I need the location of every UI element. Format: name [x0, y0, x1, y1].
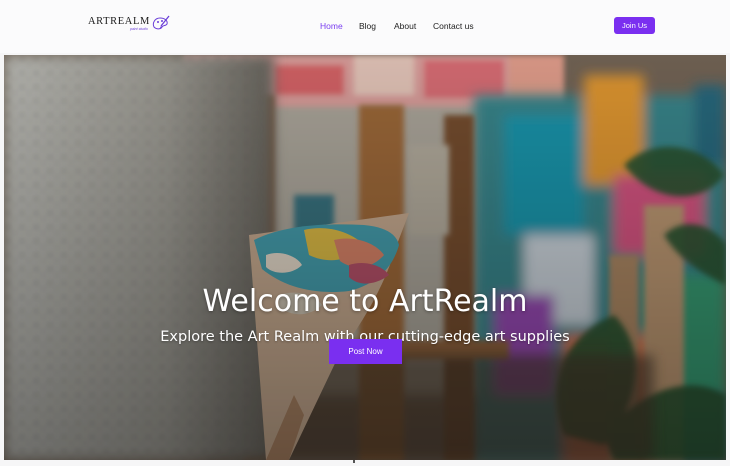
post-now-button[interactable]: Post Now — [329, 339, 402, 364]
logo-tagline: paint studio — [130, 27, 148, 31]
brand-logo[interactable]: ARTREALM paint studio — [88, 15, 171, 36]
hero-section: Welcome to ArtRealm Explore the Art Real… — [4, 55, 726, 460]
hero-title: Welcome to ArtRealm — [202, 284, 528, 320]
nav-home-link[interactable]: Home — [320, 20, 343, 32]
palette-brush-icon — [152, 15, 170, 30]
logo-wordmark: ARTREALM paint studio — [88, 16, 150, 31]
nav-about-link[interactable]: About — [394, 20, 416, 32]
join-us-button[interactable]: Join Us — [614, 17, 655, 34]
navbar: ARTREALM paint studio Home Blog About Co… — [0, 0, 730, 53]
nav-contact-link[interactable]: Contact us — [433, 20, 474, 32]
nav-blog-link[interactable]: Blog — [359, 20, 376, 32]
scroll-indicator — [353, 460, 355, 463]
hero-overlay — [4, 55, 726, 460]
